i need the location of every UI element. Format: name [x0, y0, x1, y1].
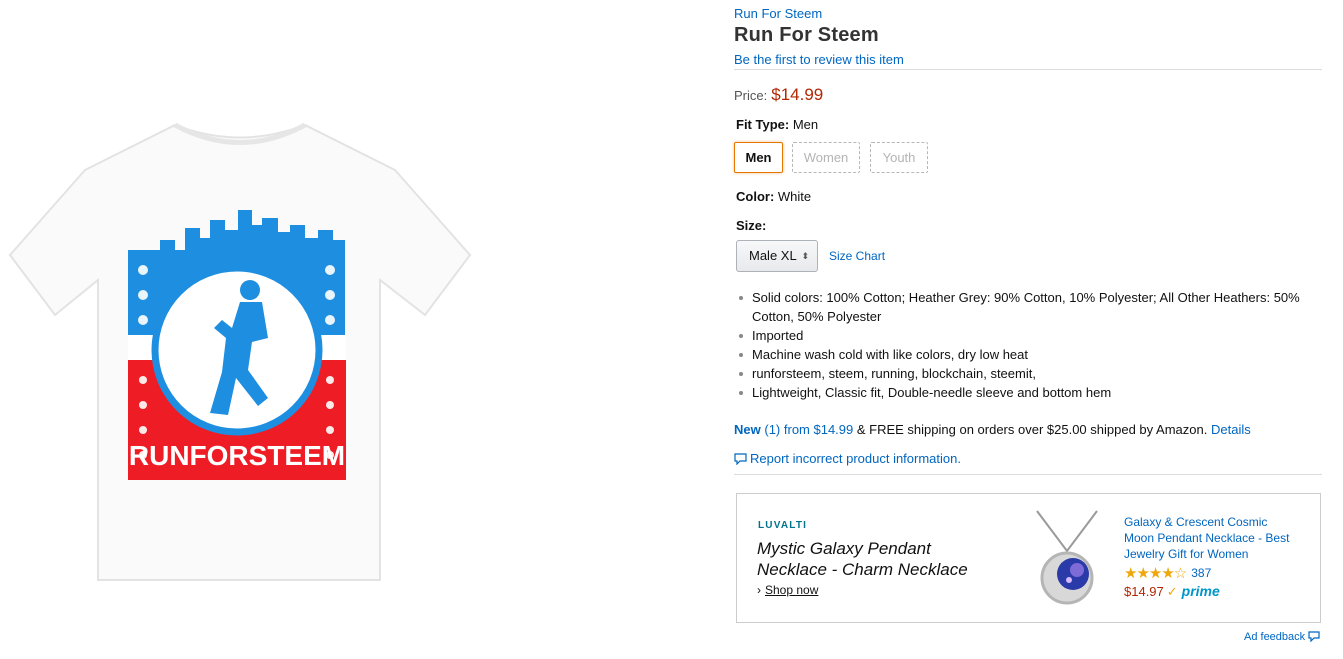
color-heading: Color: — [736, 189, 775, 204]
price-label: Price: — [734, 88, 768, 103]
size-label: Size: — [736, 218, 766, 233]
feature-bullet: Imported — [734, 326, 1322, 345]
rating-count: 387 — [1191, 566, 1212, 580]
fit-option-women[interactable]: Women — [792, 142, 860, 173]
feature-bullets: Solid colors: 100% Cotton; Heather Grey:… — [734, 288, 1322, 402]
fit-type-value: Men — [792, 117, 819, 132]
price-row: Price: $14.99 — [734, 85, 823, 105]
feature-bullet: Machine wash cold with like colors, dry … — [734, 345, 1322, 364]
fit-option-men[interactable]: Men — [734, 142, 783, 173]
ad-feedback-text: Ad feedback — [1244, 631, 1306, 643]
feature-bullet: Lightweight, Classic fit, Double-needle … — [734, 383, 1322, 402]
fit-type-label: Fit Type: Men — [736, 117, 818, 132]
shop-now-label: Shop now — [765, 583, 819, 597]
chevron-right-icon: › — [757, 583, 761, 597]
report-info-link[interactable]: Report incorrect product information. — [734, 451, 961, 466]
offers-count-link[interactable]: (1) — [764, 422, 780, 437]
color-value: White — [777, 189, 812, 204]
comment-icon — [734, 453, 747, 466]
ad-product-image[interactable] — [1027, 506, 1107, 611]
ad-product-title[interactable]: Galaxy & Crescent Cosmic Moon Pendant Ne… — [1124, 514, 1299, 562]
tshirt-image: RUNFORSTEEM — [8, 122, 472, 581]
fit-type-heading: Fit Type: — [736, 117, 790, 132]
size-chart-link[interactable]: Size Chart — [829, 249, 885, 263]
product-title: Run For Steem — [734, 24, 879, 46]
prime-badge: prime — [1181, 583, 1220, 599]
shipping-text: & FREE shipping on orders over $25.00 sh… — [853, 422, 1208, 437]
fit-option-youth[interactable]: Youth — [870, 142, 928, 173]
price-value: $14.99 — [771, 85, 824, 104]
dropdown-caret-icon: ⬍ — [801, 251, 809, 261]
sponsored-ad[interactable]: LUVALTI Mystic Galaxy Pendant Necklace -… — [736, 493, 1321, 623]
new-offers-link[interactable]: New — [734, 422, 761, 437]
shipping-details-link[interactable]: Details — [1211, 422, 1251, 437]
color-label: Color: White — [736, 189, 811, 204]
ad-rating[interactable]: ★★★★☆ 387 — [1124, 564, 1211, 582]
shirt-print-text: RUNFORSTEEM — [129, 440, 345, 471]
ad-brand: LUVALTI — [758, 520, 808, 531]
report-info-text: Report incorrect product information. — [750, 451, 961, 466]
size-heading: Size: — [736, 218, 767, 233]
divider — [734, 69, 1322, 70]
product-image[interactable]: RUNFORSTEEM — [0, 80, 480, 600]
star-rating-icon: ★★★★☆ — [1124, 565, 1187, 582]
divider — [734, 474, 1322, 475]
comment-icon — [1308, 631, 1320, 643]
offers-from-link[interactable]: from $14.99 — [784, 422, 853, 437]
size-selected: Male XL — [749, 248, 797, 263]
ad-price: $14.97 — [1124, 584, 1164, 599]
feature-bullet: Solid colors: 100% Cotton; Heather Grey:… — [734, 288, 1322, 326]
ad-shop-now[interactable]: › Shop now — [757, 583, 818, 597]
brand-link[interactable]: Run For Steem — [734, 6, 822, 21]
ad-headline[interactable]: Mystic Galaxy Pendant Necklace - Charm N… — [757, 538, 997, 580]
feature-bullet: runforsteem, steem, running, blockchain,… — [734, 364, 1322, 383]
review-link[interactable]: Be the first to review this item — [734, 52, 904, 67]
prime-check-icon: ✓ — [1166, 584, 1178, 599]
size-dropdown[interactable]: Male XL ⬍ — [736, 240, 818, 272]
ad-price-row: $14.97 ✓ prime — [1124, 583, 1220, 600]
offers-line: New (1) from $14.99 & FREE shipping on o… — [734, 422, 1251, 437]
ad-feedback-link[interactable]: Ad feedback — [1244, 631, 1320, 643]
